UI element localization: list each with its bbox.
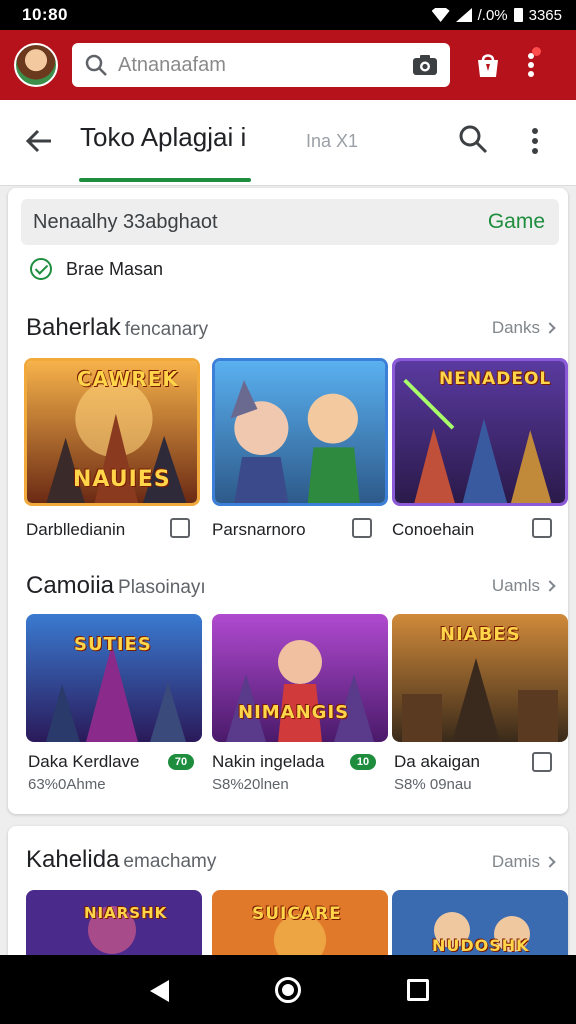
checkbox-icon[interactable] <box>532 518 552 538</box>
section-more-link[interactable]: Damis <box>491 852 556 872</box>
game-logo-text: NIMANGIS <box>238 702 350 723</box>
back-arrow-icon[interactable] <box>24 126 54 156</box>
content-card: Kahelida emachamy Damis NIARSHK SUICARE N… <box>8 826 568 966</box>
system-nav-bar <box>0 955 576 1024</box>
chevron-right-icon <box>544 856 556 868</box>
game-title: Daka Kerdlave <box>28 752 140 771</box>
section-more-text: Danks <box>491 318 540 337</box>
section-title: Baherlak fencanary <box>26 314 208 342</box>
rating-badge: 10 <box>350 754 376 770</box>
chevron-right-icon <box>544 580 556 592</box>
status-time: 10:80 <box>22 5 68 24</box>
battery-icon <box>513 8 523 22</box>
secondary-tab[interactable]: Ina X1 <box>306 131 358 152</box>
section-more-text: Damis <box>491 852 540 871</box>
game-title: Conoehain <box>392 520 475 539</box>
status-battery-text: 3365 <box>528 6 562 24</box>
status-icons: /.0% 3365 <box>431 6 562 24</box>
section-title-text: Camoiia <box>26 572 115 599</box>
more-vert-icon[interactable] <box>530 126 540 156</box>
checkbox-icon[interactable] <box>352 518 372 538</box>
status-bar: 10:80 /.0% 3365 <box>0 0 576 30</box>
tab-indicator <box>79 178 251 182</box>
section-title: Kahelida emachamy <box>26 846 216 874</box>
top-bar: Atnanaafam <box>0 30 576 100</box>
game-title: Parsnarnoro <box>212 520 306 539</box>
camera-icon[interactable] <box>412 54 438 76</box>
game-subtitle: S8%20lnen <box>212 776 289 793</box>
section-more-text: Uamls <box>491 576 540 595</box>
signal-icon <box>455 8 472 22</box>
content-card: Nenaalhy 33abghaot Game Brae Masan Baher… <box>8 188 568 814</box>
game-logo-text: CAWREK <box>77 367 179 391</box>
game-tile[interactable] <box>212 358 388 506</box>
game-title: Da akaigan <box>394 752 481 771</box>
notification-dot <box>532 47 541 56</box>
game-tile[interactable]: NIABES <box>392 614 568 742</box>
section-subtitle: Plasoinayı <box>118 577 206 598</box>
verified-row: Brae Masan <box>30 258 163 280</box>
game-subtitle: 63%0Ahme <box>28 776 106 793</box>
section-subtitle: emachamy <box>123 851 217 872</box>
more-options-icon[interactable] <box>526 47 541 79</box>
search-icon[interactable] <box>458 124 488 154</box>
game-title: Nakin ingelada <box>212 752 325 771</box>
chevron-right-icon <box>544 322 556 334</box>
section-title-text: Kahelida <box>26 846 120 873</box>
check-circle-icon <box>30 258 52 280</box>
game-logo-text: SUTIES <box>74 634 152 655</box>
app-bar: Toko Aplagjai i Ina X1 <box>0 100 576 186</box>
game-logo-text: NUDOSHK <box>432 936 530 955</box>
game-title: Darblledianin <box>26 520 126 539</box>
search-input[interactable]: Atnanaafam <box>72 43 450 87</box>
verified-label: Brae Masan <box>66 258 164 279</box>
nav-home-icon[interactable] <box>275 977 301 1003</box>
game-subtitle: S8% 09nau <box>394 776 472 793</box>
nav-recents-icon[interactable] <box>407 979 429 1001</box>
game-logo-text: NIARSHK <box>84 904 168 922</box>
status-percent: /.0% <box>477 6 508 24</box>
section-more-link[interactable]: Danks <box>491 318 556 338</box>
game-tile[interactable]: CAWREK NAUIES <box>24 358 200 506</box>
game-logo-text: SUICARE <box>252 904 342 924</box>
wifi-icon <box>431 8 450 22</box>
section-title: Camoiia Plasoinayı <box>26 572 206 600</box>
game-tile[interactable]: NIMANGIS <box>212 614 388 742</box>
game-tile[interactable]: NENADEOL <box>392 358 568 506</box>
checkbox-icon[interactable] <box>170 518 190 538</box>
search-placeholder: Atnanaafam <box>118 53 226 76</box>
game-logo-text: NAUIES <box>73 467 171 492</box>
filter-text: Nenaalhy 33abghaot <box>33 210 218 233</box>
rating-badge: 70 <box>168 754 194 770</box>
game-logo-text: NIABES <box>440 624 521 645</box>
section-more-link[interactable]: Uamls <box>491 576 556 596</box>
page-title: Toko Aplagjai i <box>80 122 247 152</box>
avatar[interactable] <box>14 43 58 87</box>
game-artwork <box>215 361 385 503</box>
checkbox-icon[interactable] <box>532 752 552 772</box>
game-logo-text: NENADEOL <box>439 369 552 389</box>
filter-category[interactable]: Game <box>488 210 545 234</box>
filter-bar[interactable]: Nenaalhy 33abghaot Game <box>21 199 559 245</box>
nav-back-icon[interactable] <box>150 980 169 1002</box>
section-subtitle: fencanary <box>124 319 209 340</box>
search-icon <box>85 54 107 76</box>
section-title-text: Baherlak <box>26 314 121 341</box>
game-tile[interactable]: SUTIES <box>26 614 202 742</box>
shopping-bag-icon[interactable] <box>474 51 502 79</box>
